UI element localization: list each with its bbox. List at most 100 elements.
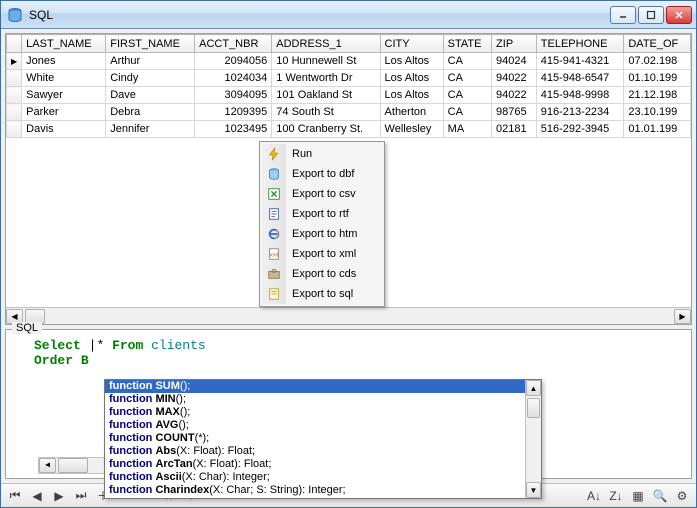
menu-item-export-to-rtf[interactable]: Export to rtf [262,204,382,224]
cell[interactable]: Parker [22,104,106,121]
autocomplete-scrollbar[interactable]: ▲ ▼ [525,380,541,498]
table-row[interactable]: DavisJennifer1023495100 Cranberry St.Wel… [7,121,691,138]
menu-item-export-to-sql[interactable]: Export to sql [262,284,382,304]
scroll-left-button[interactable]: ◀ [39,458,56,473]
cell[interactable]: 100 Cranberry St. [272,121,380,138]
autocomplete-item[interactable]: function SUM(); [105,380,541,393]
cell[interactable]: 1 Wentworth Dr [272,70,380,87]
cell[interactable]: 94024 [492,53,537,70]
autocomplete-item[interactable]: function MIN(); [105,393,541,406]
nav-button-0[interactable]: ⏮ [5,486,25,506]
maximize-button[interactable] [638,6,664,24]
autocomplete-item[interactable]: function AVG(); [105,419,541,432]
column-header[interactable]: LAST_NAME [22,35,106,53]
scroll-right-button[interactable]: ▶ [674,309,691,324]
cell[interactable]: 10 Hunnewell St [272,53,380,70]
cell[interactable]: Sawyer [22,87,106,104]
filter-button[interactable]: ▦ [628,486,648,506]
cell[interactable]: Debra [106,104,195,121]
menu-item-export-to-dbf[interactable]: Export to dbf [262,164,382,184]
cell[interactable]: Los Altos [380,53,443,70]
table-row[interactable]: SawyerDave3094095101 Oakland StLos Altos… [7,87,691,104]
cell[interactable]: CA [443,70,491,87]
cell[interactable]: 1024034 [195,70,272,87]
cell[interactable]: Davis [22,121,106,138]
cell[interactable]: Jones [22,53,106,70]
cell[interactable]: 415-948-6547 [536,70,624,87]
cell[interactable]: Dave [106,87,195,104]
cell[interactable]: 21.12.198 [624,87,691,104]
cell[interactable]: 1023495 [195,121,272,138]
cell[interactable]: 74 South St [272,104,380,121]
autocomplete-item[interactable]: function Abs(X: Float): Float; [105,445,541,458]
scroll-up-button[interactable]: ▲ [526,380,541,396]
menu-item-run[interactable]: Run [262,144,382,164]
autocomplete-popup[interactable]: function SUM();function MIN();function M… [104,379,542,499]
column-header[interactable]: STATE [443,35,491,53]
cell[interactable]: CA [443,87,491,104]
nav-button-3[interactable]: ⏭ [71,486,91,506]
column-header[interactable]: CITY [380,35,443,53]
nav-button-2[interactable]: ▶ [49,486,69,506]
cell[interactable]: 1209395 [195,104,272,121]
cell[interactable]: Los Altos [380,87,443,104]
cell[interactable]: 01.01.199 [624,121,691,138]
menu-item-export-to-cds[interactable]: Export to cds [262,264,382,284]
cell[interactable]: 415-941-4321 [536,53,624,70]
xml-icon: xml [266,246,282,262]
cell[interactable]: 07.02.198 [624,53,691,70]
cell[interactable]: 2094056 [195,53,272,70]
nav-button-1[interactable]: ◀ [27,486,47,506]
cell[interactable]: 916-213-2234 [536,104,624,121]
cell[interactable]: 01.10.199 [624,70,691,87]
cell[interactable]: Arthur [106,53,195,70]
scroll-thumb[interactable] [58,458,88,473]
autocomplete-item[interactable]: function MAX(); [105,406,541,419]
scroll-thumb[interactable] [527,398,540,418]
cell[interactable]: 94022 [492,70,537,87]
autocomplete-item[interactable]: function Charindex(X: Char; S: String): … [105,484,541,497]
autocomplete-item[interactable]: function ArcTan(X: Float): Float; [105,458,541,471]
grid-h-scrollbar[interactable]: ◀ ▶ [6,307,691,324]
cell[interactable]: MA [443,121,491,138]
table-row[interactable]: JonesArthur209405610 Hunnewell StLos Alt… [7,53,691,70]
autocomplete-item[interactable]: function COUNT(*); [105,432,541,445]
cell[interactable]: 02181 [492,121,537,138]
cell[interactable]: Jennifer [106,121,195,138]
cell[interactable]: 94022 [492,87,537,104]
cell[interactable]: Atherton [380,104,443,121]
column-header[interactable]: ACCT_NBR [195,35,272,53]
cell[interactable]: 23.10.199 [624,104,691,121]
cell[interactable]: 98765 [492,104,537,121]
cell[interactable]: 415-948-9998 [536,87,624,104]
settings-button[interactable]: ⚙ [672,486,692,506]
autocomplete-item[interactable]: function Ascii(X: Char): Integer; [105,471,541,484]
minimize-button[interactable] [610,6,636,24]
cell[interactable]: 101 Oakland St [272,87,380,104]
sort-desc-button[interactable]: Z↓ [606,486,626,506]
cell[interactable]: Wellesley [380,121,443,138]
menu-item-export-to-csv[interactable]: Export to csv [262,184,382,204]
sort-asc-button[interactable]: A↓ [584,486,604,506]
cell[interactable]: 3094095 [195,87,272,104]
column-header[interactable]: DATE_OF [624,35,691,53]
column-header[interactable]: TELEPHONE [536,35,624,53]
cell[interactable]: CA [443,104,491,121]
column-header[interactable]: FIRST_NAME [106,35,195,53]
cell[interactable]: CA [443,53,491,70]
table-row[interactable]: ParkerDebra120939574 South StAthertonCA9… [7,104,691,121]
cell[interactable]: Cindy [106,70,195,87]
close-button[interactable] [666,6,692,24]
cell[interactable]: 516-292-3945 [536,121,624,138]
search-button[interactable]: 🔍 [650,486,670,506]
menu-item-export-to-xml[interactable]: xmlExport to xml [262,244,382,264]
scroll-down-button[interactable]: ▼ [526,482,541,498]
column-header[interactable]: ZIP [492,35,537,53]
cell[interactable]: White [22,70,106,87]
context-menu[interactable]: RunExport to dbfExport to csvExport to r… [259,141,385,307]
menu-item-export-to-htm[interactable]: Export to htm [262,224,382,244]
cell[interactable]: Los Altos [380,70,443,87]
scroll-track[interactable] [526,420,541,482]
column-header[interactable]: ADDRESS_1 [272,35,380,53]
table-row[interactable]: WhiteCindy10240341 Wentworth DrLos Altos… [7,70,691,87]
